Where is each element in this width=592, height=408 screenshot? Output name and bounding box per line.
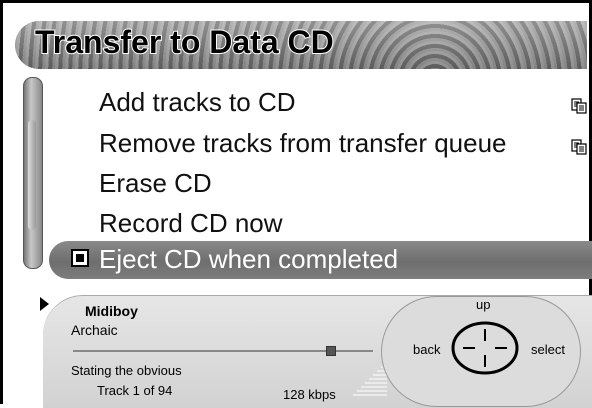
artist-name: Midiboy [85,303,138,319]
eject-checkbox[interactable] [71,249,89,267]
nav-up-label[interactable]: up [476,297,490,312]
menu-item-eject-cd[interactable]: Eject CD when completed [49,241,592,279]
menu-item-remove-tracks[interactable]: Remove tracks from transfer queue [99,128,507,159]
menu-item-erase-cd[interactable]: Erase CD [99,168,212,199]
title-bar: Transfer to Data CD [15,21,587,69]
play-icon [40,297,49,311]
bitrate: 128 kbps [283,387,336,402]
progress-knob[interactable] [326,346,336,356]
song-title: Stating the obvious [71,363,182,378]
nav-back-label[interactable]: back [413,342,440,357]
menu-item-record-cd[interactable]: Record CD now [99,208,283,239]
scrollbar[interactable] [23,77,43,269]
page-title: Transfer to Data CD [34,23,335,61]
screen: Transfer to Data CD Add tracks to CD Rem… [0,0,592,408]
track-count: Track 1 of 94 [97,383,173,398]
nav-select-label[interactable]: select [531,342,565,357]
menu-item-label: Eject CD when completed [99,244,399,274]
copy-icon [571,98,587,114]
album-name: Archaic [71,322,118,338]
menu-item-add-tracks[interactable]: Add tracks to CD [99,87,296,118]
navigation-dial-icon[interactable] [449,319,521,377]
copy-icon [571,139,587,155]
scrollbar-thumb[interactable] [28,120,36,230]
